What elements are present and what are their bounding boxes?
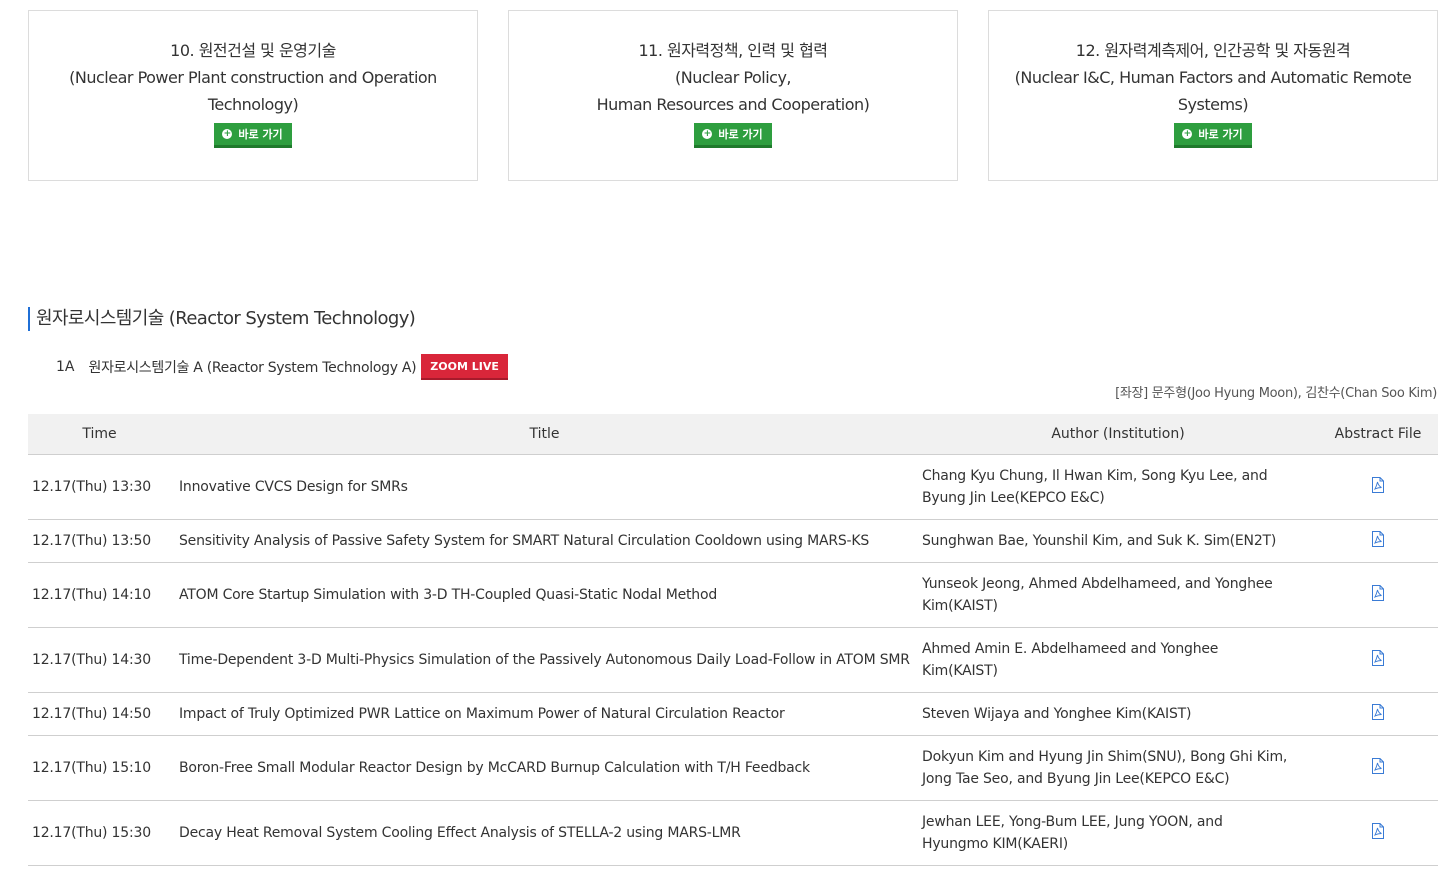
pdf-file-icon[interactable]: [1371, 477, 1385, 493]
go-button-label: 바로 가기: [238, 128, 283, 141]
pdf-file-icon[interactable]: [1371, 650, 1385, 666]
cell-abstract: [1318, 519, 1438, 563]
author-line: Jewhan LEE, Yong-Bum LEE, Jung YOON, and: [922, 814, 1223, 830]
cell-author: Yunseok Jeong, Ahmed Abdelhameed, and Yo…: [918, 562, 1318, 628]
cell-abstract: [1318, 627, 1438, 693]
go-button[interactable]: + 바로 가기: [214, 123, 292, 148]
cell-author: Sunghwan Bae, Younshil Kim, and Suk K. S…: [918, 519, 1318, 563]
session-name: 원자로시스템기술 A (Reactor System Technology A): [88, 359, 417, 376]
author-line: Steven Wijaya and Yonghee Kim(KAIST): [922, 706, 1192, 722]
header-title: Title: [171, 414, 918, 455]
author-line: Yunseok Jeong, Ahmed Abdelhameed, and Yo…: [922, 576, 1273, 592]
pdf-file-icon[interactable]: [1371, 823, 1385, 839]
cell-title: Impact of Truly Optimized PWR Lattice on…: [171, 692, 918, 736]
header-author: Author (Institution): [918, 414, 1318, 455]
table-header-row: Time Title Author (Institution) Abstract…: [28, 414, 1438, 455]
author-line: Kim(KAIST): [922, 598, 998, 614]
author-line: Sunghwan Bae, Younshil Kim, and Suk K. S…: [922, 533, 1277, 549]
pdf-file-icon[interactable]: [1371, 758, 1385, 774]
cell-abstract: [1318, 735, 1438, 801]
schedule-table: Time Title Author (Institution) Abstract…: [28, 414, 1438, 866]
table-row: 12.17(Thu) 13:50 Sensitivity Analysis of…: [28, 519, 1438, 563]
cell-abstract: [1318, 562, 1438, 628]
card-line: (Nuclear Policy,: [674, 68, 792, 87]
cell-time: 12.17(Thu) 13:50: [28, 519, 171, 563]
cell-author: Ahmed Amin E. Abdelhameed and Yonghee Kim…: [918, 627, 1318, 693]
cell-time: 12.17(Thu) 14:50: [28, 692, 171, 736]
card-title: 11. 원자력정책, 인력 및 협력 (Nuclear Policy, Huma…: [509, 37, 957, 118]
plus-circle-icon: +: [1182, 129, 1193, 139]
go-button-label: 바로 가기: [1198, 128, 1243, 141]
session-chair: [좌장] 문주형(Joo Hyung Moon), 김찬수(Chan Soo K…: [1115, 386, 1437, 401]
cell-abstract: [1318, 692, 1438, 736]
cell-title: Decay Heat Removal System Cooling Effect…: [171, 800, 918, 866]
cell-author: Dokyun Kim and Hyung Jin Shim(SNU), Bong…: [918, 735, 1318, 801]
pdf-file-icon[interactable]: [1371, 704, 1385, 720]
card-line: Technology): [207, 95, 299, 114]
author-line: Ahmed Amin E. Abdelhameed and Yonghee: [922, 641, 1219, 657]
cell-abstract: [1318, 800, 1438, 866]
card-line: Human Resources and Cooperation): [596, 95, 870, 114]
cell-author: Chang Kyu Chung, Il Hwan Kim, Song Kyu L…: [918, 454, 1318, 520]
author-line: Dokyun Kim and Hyung Jin Shim(SNU), Bong…: [922, 749, 1288, 765]
cell-title: Time-Dependent 3-D Multi-Physics Simulat…: [171, 627, 918, 693]
category-card-11: 11. 원자력정책, 인력 및 협력 (Nuclear Policy, Huma…: [508, 10, 958, 181]
plus-circle-icon: +: [702, 129, 713, 139]
author-line: Byung Jin Lee(KEPCO E&C): [922, 490, 1105, 506]
cell-time: 12.17(Thu) 15:30: [28, 800, 171, 866]
author-line: Kim(KAIST): [922, 663, 998, 679]
go-button[interactable]: + 바로 가기: [1174, 123, 1252, 148]
table-row: 12.17(Thu) 14:10 ATOM Core Startup Simul…: [28, 562, 1438, 628]
card-title: 10. 원전건설 및 운영기술 (Nuclear Power Plant con…: [29, 37, 477, 118]
card-line: 12. 원자력계측제어, 인간공학 및 자동원격: [1075, 41, 1351, 60]
category-card-10: 10. 원전건설 및 운영기술 (Nuclear Power Plant con…: [28, 10, 478, 181]
category-cards: 10. 원전건설 및 운영기술 (Nuclear Power Plant con…: [28, 10, 1438, 181]
author-line: Jong Tae Seo, and Byung Jin Lee(KEPCO E&…: [922, 771, 1230, 787]
section-title: 원자로시스템기술 (Reactor System Technology): [28, 307, 416, 331]
plus-circle-icon: +: [222, 129, 233, 139]
go-button-label: 바로 가기: [718, 128, 763, 141]
card-line: Systems): [1177, 95, 1249, 114]
cell-time: 12.17(Thu) 13:30: [28, 454, 171, 520]
cell-abstract: [1318, 454, 1438, 520]
header-abstract: Abstract File: [1318, 414, 1438, 455]
category-card-12: 12. 원자력계측제어, 인간공학 및 자동원격 (Nuclear I&C, H…: [988, 10, 1438, 181]
table-row: 12.17(Thu) 15:10 Boron-Free Small Modula…: [28, 735, 1438, 801]
card-line: (Nuclear Power Plant construction and Op…: [69, 68, 437, 87]
card-title: 12. 원자력계측제어, 인간공학 및 자동원격 (Nuclear I&C, H…: [989, 37, 1437, 118]
cell-author: Jewhan LEE, Yong-Bum LEE, Jung YOON, and…: [918, 800, 1318, 866]
session-code: 1A: [56, 358, 75, 375]
cell-time: 12.17(Thu) 14:10: [28, 562, 171, 628]
table-row: 12.17(Thu) 13:30 Innovative CVCS Design …: [28, 454, 1438, 520]
session-header: 1A 원자로시스템기술 A (Reactor System Technology…: [56, 353, 508, 380]
table-row: 12.17(Thu) 15:30 Decay Heat Removal Syst…: [28, 800, 1438, 866]
table-row: 12.17(Thu) 14:50 Impact of Truly Optimiz…: [28, 692, 1438, 736]
cell-author: Steven Wijaya and Yonghee Kim(KAIST): [918, 692, 1318, 736]
card-line: (Nuclear I&C, Human Factors and Automati…: [1014, 68, 1412, 87]
card-line: 10. 원전건설 및 운영기술: [170, 41, 336, 60]
cell-title: Sensitivity Analysis of Passive Safety S…: [171, 519, 918, 563]
pdf-file-icon[interactable]: [1371, 585, 1385, 601]
cell-title: ATOM Core Startup Simulation with 3-D TH…: [171, 562, 918, 628]
cell-time: 12.17(Thu) 15:10: [28, 735, 171, 801]
card-line: 11. 원자력정책, 인력 및 협력: [638, 41, 828, 60]
cell-time: 12.17(Thu) 14:30: [28, 627, 171, 693]
go-button[interactable]: + 바로 가기: [694, 123, 772, 148]
header-time: Time: [28, 414, 171, 455]
cell-title: Innovative CVCS Design for SMRs: [171, 454, 918, 520]
author-line: Chang Kyu Chung, Il Hwan Kim, Song Kyu L…: [922, 468, 1268, 484]
pdf-file-icon[interactable]: [1371, 531, 1385, 547]
table-row: 12.17(Thu) 14:30 Time-Dependent 3-D Mult…: [28, 627, 1438, 693]
author-line: Hyungmo KIM(KAERI): [922, 836, 1069, 852]
zoom-live-button[interactable]: ZOOM LIVE: [421, 353, 508, 380]
cell-title: Boron-Free Small Modular Reactor Design …: [171, 735, 918, 801]
